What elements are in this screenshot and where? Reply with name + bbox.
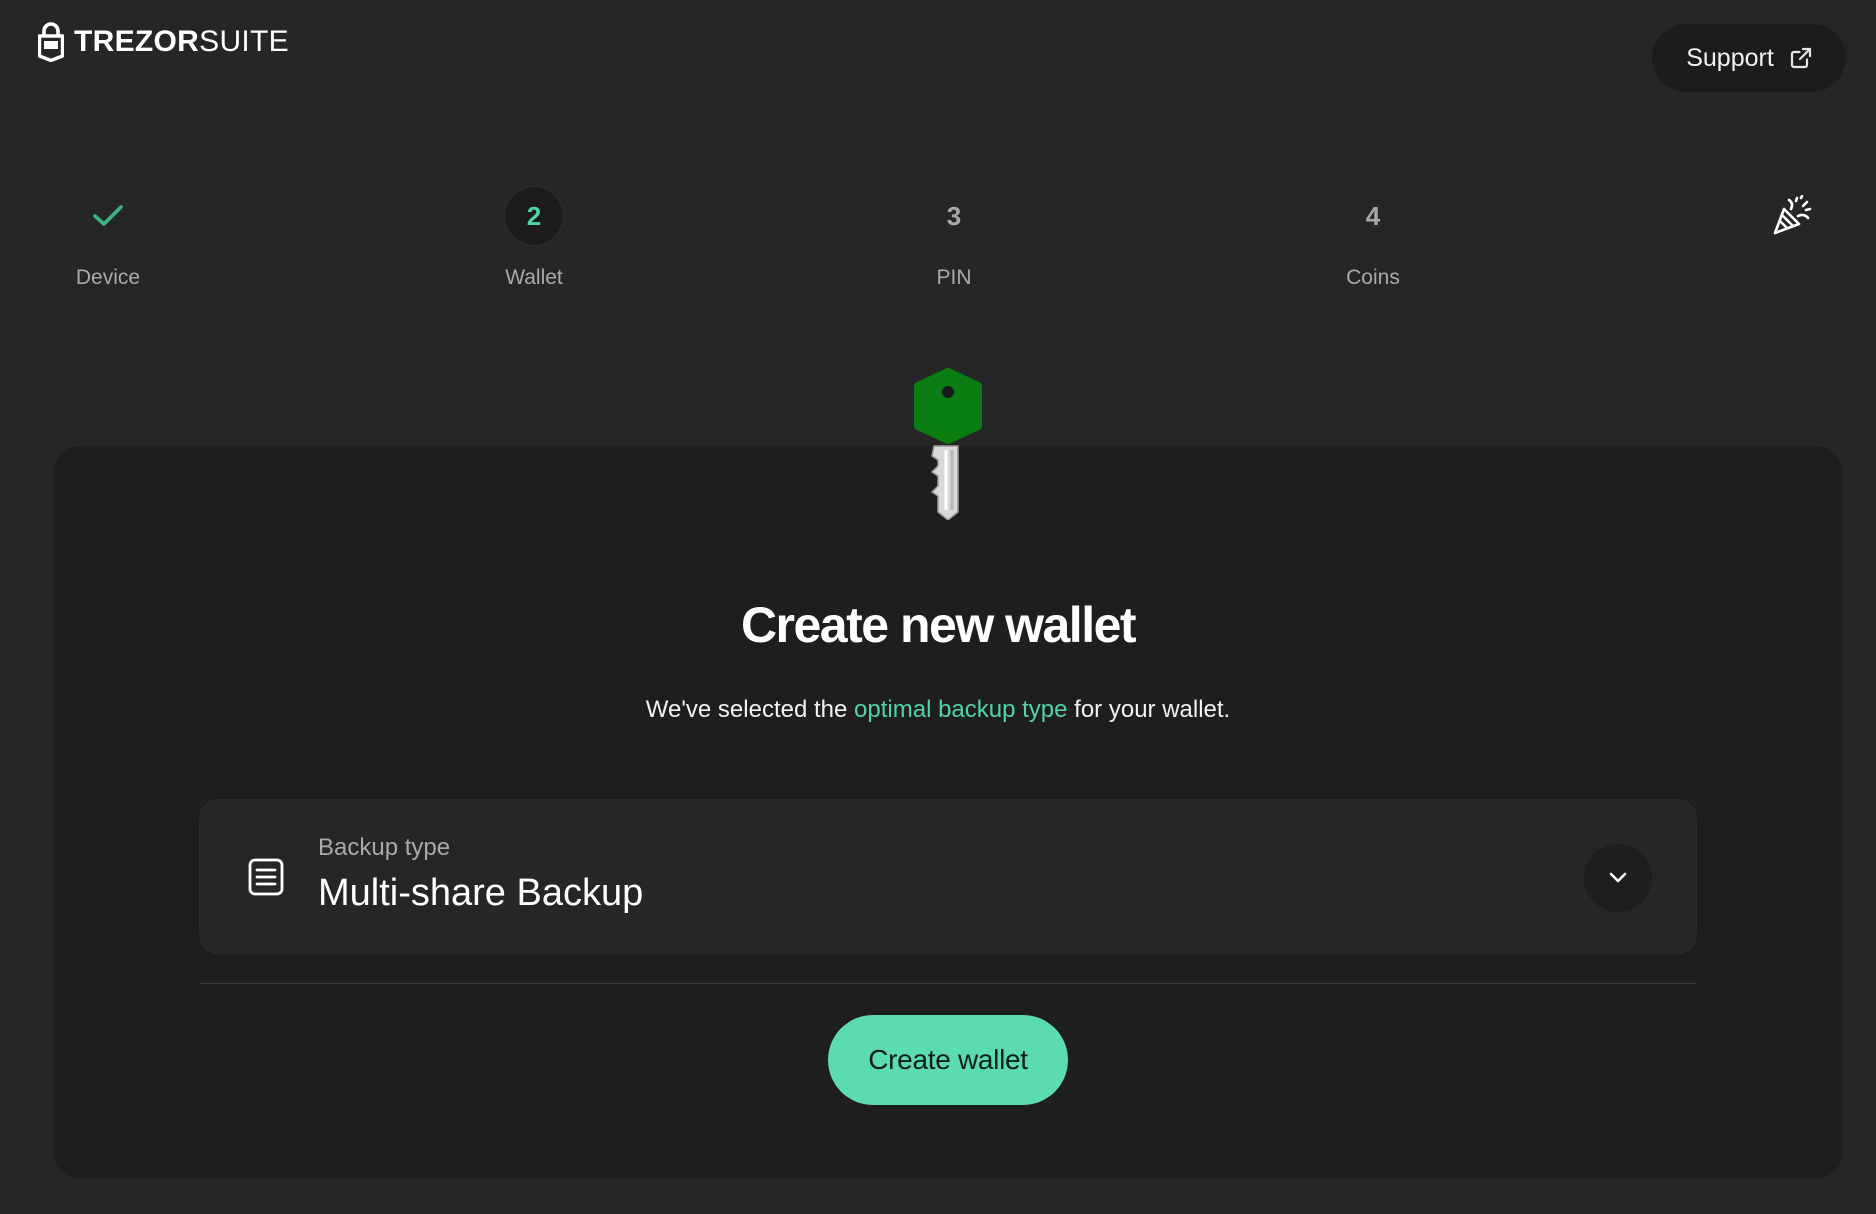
step-coins: 4 Coins bbox=[1273, 186, 1473, 290]
backup-type-label: Backup type bbox=[318, 834, 451, 861]
party-popper-icon bbox=[1773, 195, 1812, 235]
page-subtitle: We've selected the optimal backup type f… bbox=[0, 696, 1876, 724]
logo-text-bold: TREZOR bbox=[74, 25, 200, 58]
step-wallet: 2 Wallet bbox=[434, 186, 634, 290]
card-divider bbox=[199, 983, 1697, 984]
subtitle-prefix: We've selected the bbox=[645, 696, 855, 723]
support-button[interactable]: Support bbox=[1652, 24, 1846, 92]
step-wallet-label: Wallet bbox=[505, 266, 563, 289]
step-finish-marker bbox=[1762, 186, 1822, 246]
step-pin-label: PIN bbox=[936, 266, 972, 289]
check-icon bbox=[93, 205, 123, 226]
logo-text-light: SUITE bbox=[199, 25, 289, 58]
step-pin-marker: 3 bbox=[946, 200, 962, 231]
step-device: Device bbox=[8, 186, 208, 290]
key-icon bbox=[914, 368, 982, 520]
step-finish bbox=[1692, 186, 1876, 266]
trezor-suite-logo: TREZORSUITE bbox=[38, 22, 289, 62]
step-wallet-marker: 2 bbox=[504, 186, 564, 246]
backup-type-toggle[interactable] bbox=[1584, 844, 1652, 912]
subtitle-suffix: for your wallet. bbox=[1067, 696, 1231, 723]
step-device-label: Device bbox=[75, 266, 141, 289]
support-button-label: Support bbox=[1686, 43, 1774, 72]
logo-wordmark: TREZORSUITE bbox=[74, 27, 289, 57]
step-coins-label: Coins bbox=[1346, 266, 1400, 289]
step-coins-marker: 4 bbox=[1365, 200, 1381, 231]
onboarding-stepper: Device 2 Wallet 3 PIN 4 Coins bbox=[0, 186, 1876, 306]
app-window: TREZORSUITE Support Device 2 Wallet 3 PI… bbox=[0, 0, 1876, 1214]
trezor-lock-icon bbox=[38, 22, 64, 62]
step-pin: 3 PIN bbox=[854, 186, 1054, 290]
chevron-down-icon bbox=[1609, 872, 1627, 883]
step-device-marker bbox=[78, 186, 138, 246]
document-list-icon bbox=[248, 858, 284, 896]
create-wallet-button[interactable]: Create wallet bbox=[828, 1015, 1068, 1105]
backup-type-value: Multi-share Backup bbox=[318, 872, 644, 914]
page-title: Create new wallet bbox=[740, 597, 1137, 653]
optimal-backup-type-link[interactable]: optimal backup type bbox=[854, 696, 1067, 723]
external-link-icon bbox=[1790, 47, 1811, 69]
backup-type-select[interactable]: Backup type Multi-share Backup bbox=[199, 799, 1697, 954]
